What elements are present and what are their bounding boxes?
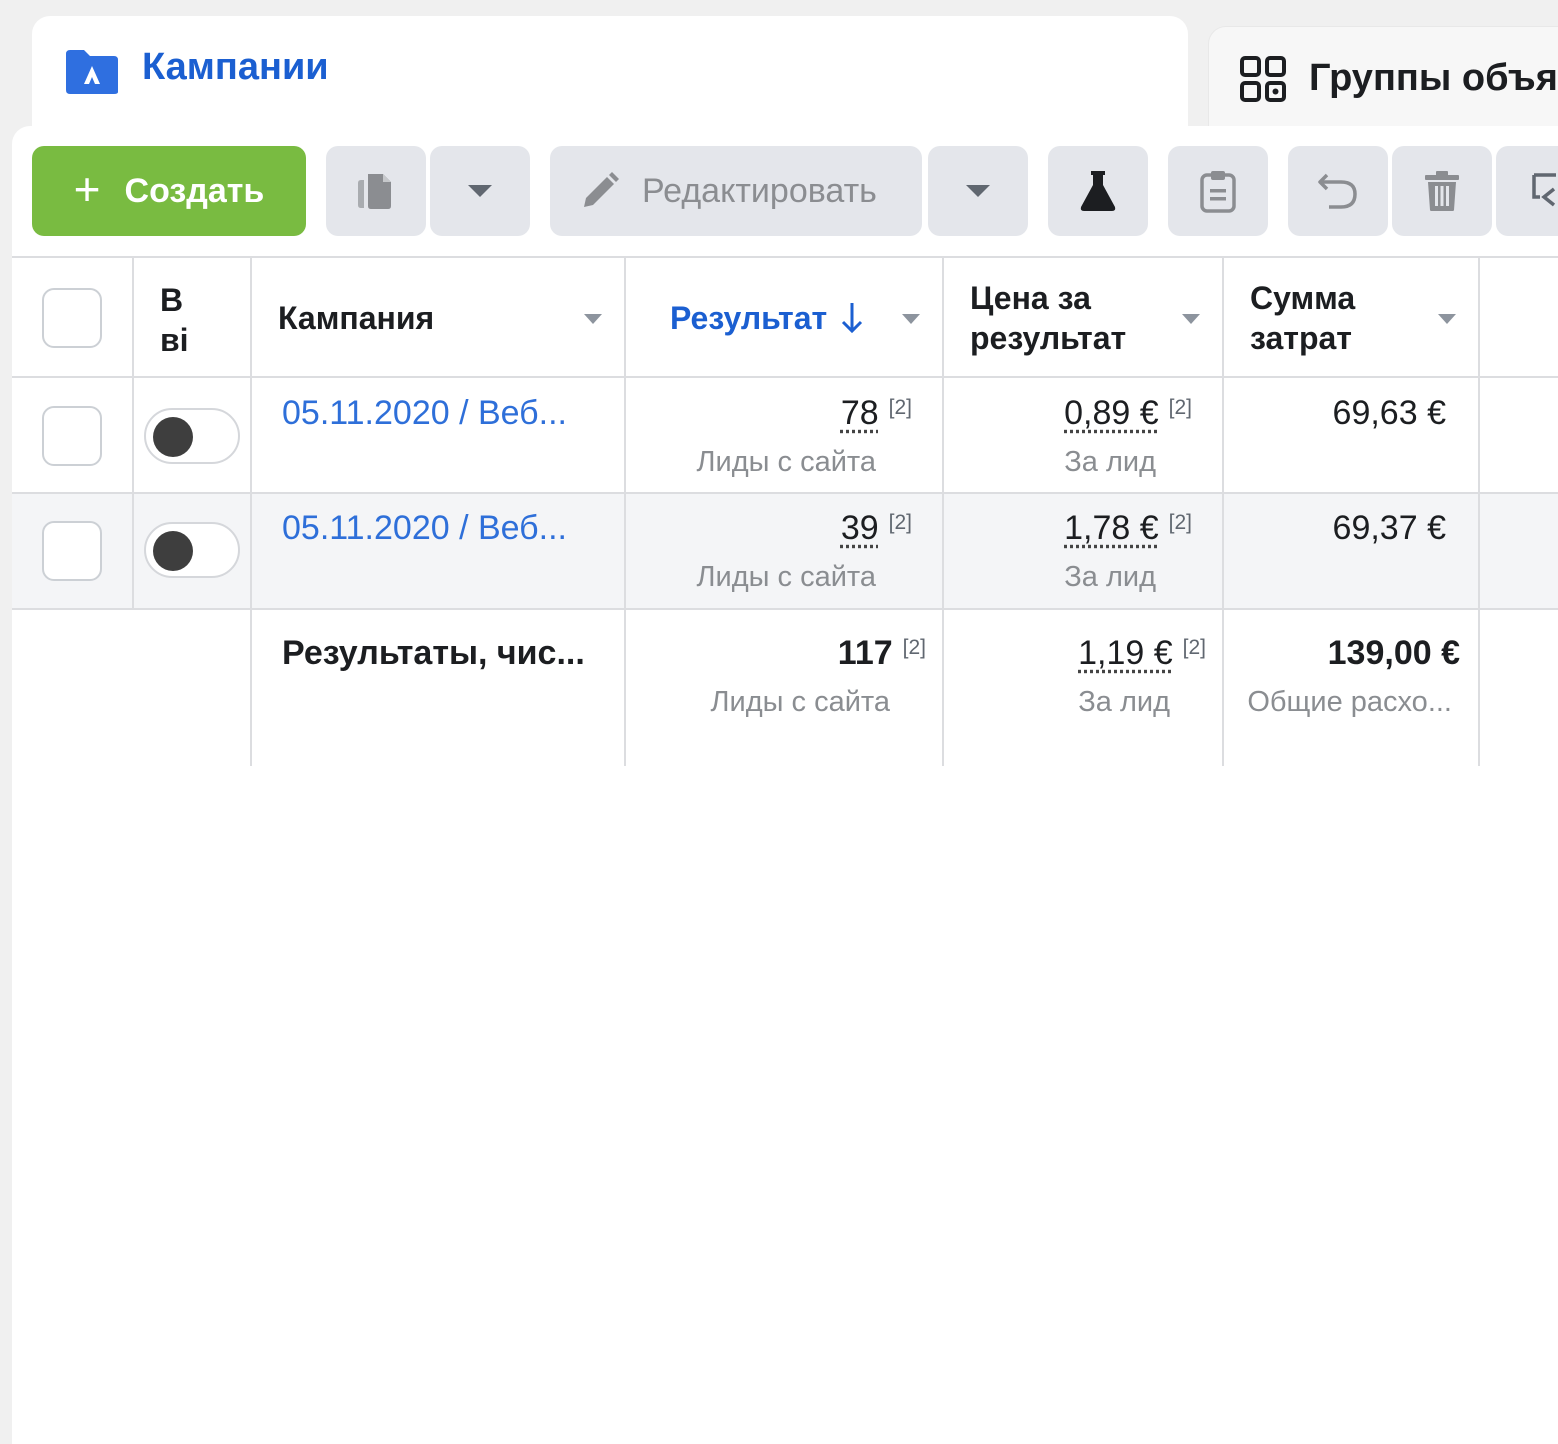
col-divider <box>250 256 252 766</box>
trash-icon <box>1424 170 1460 212</box>
pencil-icon <box>580 171 620 211</box>
header-spend-line1[interactable]: Сумма <box>1250 278 1355 318</box>
header-cost-line2[interactable]: результат <box>970 318 1126 358</box>
clipboard-icon <box>1200 169 1236 213</box>
flask-icon <box>1078 169 1118 213</box>
ab-test-button[interactable] <box>1048 146 1148 236</box>
edit-button-label: Редактировать <box>642 172 877 211</box>
header-on-off-line2[interactable]: ві <box>160 320 189 360</box>
chevron-down-icon[interactable] <box>902 314 920 324</box>
totals-cost-type: За лид <box>1078 686 1170 719</box>
chevron-down-icon <box>966 185 990 197</box>
spend-value: 69,63 € <box>1333 394 1446 433</box>
chevron-down-icon <box>468 185 492 197</box>
cost-value: 1,78 € [2] <box>1064 509 1192 548</box>
result-number[interactable]: 39 <box>841 509 879 547</box>
row-divider <box>12 492 1558 494</box>
row-checkbox[interactable] <box>42 406 102 466</box>
duplicate-dropdown-button[interactable] <box>430 146 530 236</box>
totals-label: Результаты, чис... <box>282 634 585 673</box>
tab-ad-sets[interactable]: Группы объя <box>1208 26 1558 136</box>
duplicate-button[interactable] <box>326 146 426 236</box>
header-result-label: Результат <box>670 300 827 336</box>
duplicate-icon <box>355 170 397 212</box>
undo-icon <box>1317 171 1359 211</box>
campaign-name-link[interactable]: 05.11.2020 / Веб... <box>282 394 567 433</box>
col-divider <box>1222 256 1224 766</box>
header-on-off-line1[interactable]: В <box>160 280 183 320</box>
toggle-knob <box>153 417 193 457</box>
create-button[interactable]: + Создать <box>32 146 306 236</box>
delete-button[interactable] <box>1392 146 1492 236</box>
plus-icon: + <box>74 162 101 216</box>
export-icon <box>1530 171 1558 211</box>
col-divider <box>132 256 134 610</box>
edit-button[interactable]: Редактировать <box>550 146 922 236</box>
col-divider <box>942 256 944 766</box>
toggle-knob <box>153 531 193 571</box>
header-cost-line1[interactable]: Цена за <box>970 278 1091 318</box>
campaign-toggle[interactable] <box>144 522 240 578</box>
export-button[interactable] <box>1496 146 1558 236</box>
totals-cost: 1,19 € [2] <box>1078 634 1206 673</box>
chevron-down-icon[interactable] <box>584 314 602 324</box>
table-top-border <box>12 256 1558 258</box>
tab-campaigns-label: Кампании <box>142 46 329 89</box>
footnote-marker: [2] <box>1169 511 1192 534</box>
totals-spend: 139,00 € <box>1328 634 1460 673</box>
footnote-marker: [2] <box>889 511 912 534</box>
cost-value: 0,89 € [2] <box>1064 394 1192 433</box>
footnote-marker: [2] <box>1183 636 1206 659</box>
footnote-marker: [2] <box>903 636 926 659</box>
header-spend-line2[interactable]: затрат <box>1250 318 1352 358</box>
result-type: Лиды с сайта <box>696 561 876 594</box>
totals-top-border <box>12 608 1558 610</box>
totals-result: 117 [2] <box>838 634 926 673</box>
edit-dropdown-button[interactable] <box>928 146 1028 236</box>
row-checkbox[interactable] <box>42 521 102 581</box>
result-number[interactable]: 78 <box>841 394 879 432</box>
totals-spend-type: Общие расхо... <box>1247 686 1452 719</box>
totals-result-number: 117 <box>838 634 893 672</box>
result-value: 78 [2] <box>841 394 912 433</box>
tab-ad-sets-label: Группы объя <box>1309 57 1558 100</box>
totals-result-type: Лиды с сайта <box>710 686 890 719</box>
col-divider <box>624 256 626 766</box>
result-value: 39 [2] <box>841 509 912 548</box>
undo-button[interactable] <box>1288 146 1388 236</box>
header-bottom-border <box>12 376 1558 378</box>
cost-type: За лид <box>1064 446 1156 479</box>
grid-icon <box>1239 55 1287 103</box>
header-result[interactable]: Результат <box>670 298 864 338</box>
select-all-checkbox[interactable] <box>42 288 102 348</box>
result-type: Лиды с сайта <box>696 446 876 479</box>
totals-cost-number[interactable]: 1,19 € <box>1078 634 1173 672</box>
cost-type: За лид <box>1064 561 1156 594</box>
rules-button[interactable] <box>1168 146 1268 236</box>
campaign-toggle[interactable] <box>144 408 240 464</box>
chevron-down-icon[interactable] <box>1438 314 1456 324</box>
cost-number[interactable]: 0,89 € <box>1064 394 1159 432</box>
cost-number[interactable]: 1,78 € <box>1064 509 1159 547</box>
spend-value: 69,37 € <box>1333 509 1446 548</box>
campaign-name-link[interactable]: 05.11.2020 / Веб... <box>282 509 567 548</box>
create-button-label: Создать <box>125 172 265 211</box>
col-divider <box>1478 256 1480 766</box>
footnote-marker: [2] <box>889 396 912 419</box>
footnote-marker: [2] <box>1169 396 1192 419</box>
chevron-down-icon[interactable] <box>1182 314 1200 324</box>
campaign-folder-icon <box>64 48 120 96</box>
sort-arrow-down-icon <box>840 301 864 335</box>
header-campaign[interactable]: Кампания <box>278 298 434 338</box>
